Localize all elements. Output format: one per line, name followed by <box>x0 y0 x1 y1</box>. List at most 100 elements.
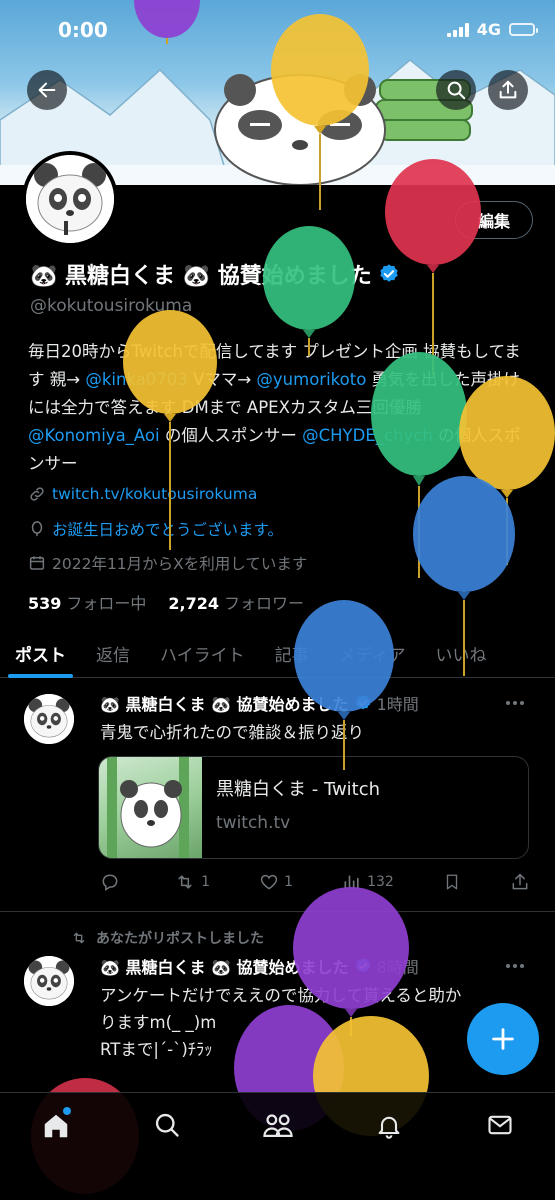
profile-avatar[interactable] <box>22 151 118 247</box>
post-author-name[interactable]: 🐼 黒糖白くま 🐼 協賛始めました <box>100 954 349 978</box>
profile-joined: 2022年11月からXを利用しています <box>28 552 307 574</box>
bio-mention-link[interactable]: @Konomiya_Aoi <box>28 426 160 445</box>
following-count: 539 <box>28 594 62 613</box>
profile-tabs: ポスト 返信 ハイライト 記事 メディア いいね <box>0 628 555 678</box>
balloon-icon <box>263 226 355 356</box>
views-icon <box>344 875 359 890</box>
link-card[interactable]: 黒糖白くま - Twitch twitch.tv <box>98 756 529 859</box>
post-avatar[interactable] <box>24 694 74 744</box>
verified-badge-icon <box>355 958 370 973</box>
repost-button[interactable]: 1 <box>174 872 210 892</box>
tab-highlights[interactable]: ハイライト <box>145 628 260 678</box>
nav-messages[interactable] <box>475 1111 525 1151</box>
back-button[interactable] <box>27 70 67 110</box>
post-text: 青鬼で心折れたので雑談＆振り返り <box>100 723 364 742</box>
home-icon <box>44 1114 67 1138</box>
website-link[interactable]: twitch.tv/kokutousirokuma <box>52 485 257 503</box>
repost-icon <box>178 875 192 889</box>
heart-icon <box>260 874 278 890</box>
bottom-navigation <box>0 1092 555 1200</box>
share-post-button[interactable] <box>510 872 530 892</box>
network-label: 4G <box>476 20 501 39</box>
post-more-button[interactable] <box>505 953 525 974</box>
bookmark-icon <box>446 874 458 890</box>
following-label: フォロー中 <box>66 594 147 613</box>
communities-icon <box>262 1114 293 1137</box>
search-icon <box>155 1113 179 1137</box>
panda-bamboo-image <box>107 757 189 858</box>
mail-icon <box>487 1115 512 1135</box>
nav-search[interactable] <box>142 1111 192 1151</box>
card-domain: twitch.tv <box>216 813 291 833</box>
balloon-icon <box>31 521 43 537</box>
post-header: 🐼 黒糖白くま 🐼 協賛始めました 1時間 <box>100 691 419 715</box>
battery-icon <box>509 23 538 36</box>
display-name: 🐼 黒糖白くま 🐼 協賛始めました <box>30 264 372 289</box>
profile-website[interactable]: twitch.tv/kokutousirokuma <box>28 485 257 503</box>
post-time[interactable]: 1時間 <box>377 691 419 715</box>
post-text-line: りますm(_ _)m <box>100 1013 217 1032</box>
reply-icon <box>102 874 118 891</box>
post-actions: 1 1 132 <box>100 872 530 892</box>
profile-bio: 毎日20時からTwitchで配信してます プレゼント企画 協賛もしてます 親→ … <box>28 338 533 478</box>
view-count: 132 <box>367 874 394 890</box>
nav-home[interactable] <box>31 1107 81 1151</box>
card-title: 黒糖白くま - Twitch <box>216 779 381 800</box>
post-text: アンケートだけでええので協力して貰えると助か りますm(_ _)m RTまで|´… <box>100 982 530 1063</box>
share-icon <box>512 873 528 890</box>
reply-button[interactable] <box>100 872 125 892</box>
bio-mention-link[interactable]: @kinka0703 <box>85 370 187 389</box>
post-header: 🐼 黒糖白くま 🐼 協賛始めました 8時間 <box>100 954 419 978</box>
more-icon <box>506 701 524 705</box>
tab-articles[interactable]: 記事 <box>260 628 324 678</box>
followers-label: フォロワー <box>224 594 305 613</box>
bio-text: Vママ→ <box>187 370 257 389</box>
compose-button[interactable] <box>467 1003 539 1075</box>
link-icon <box>30 487 44 501</box>
search-icon <box>447 81 466 100</box>
nav-notifications[interactable] <box>364 1111 414 1151</box>
panda-illustration <box>214 74 386 185</box>
nav-communities[interactable] <box>253 1111 303 1151</box>
balloon-decoration <box>262 226 356 356</box>
bio-mention-link[interactable]: @yumorikoto <box>256 370 366 389</box>
search-button[interactable] <box>436 70 476 110</box>
edit-profile-button[interactable]: 編集 <box>455 201 533 239</box>
bio-text: の個人スポンサー <box>159 426 303 445</box>
profile-handle: @kokutousirokuma <box>30 296 193 316</box>
post-avatar[interactable] <box>24 956 74 1006</box>
tab-replies[interactable]: 返信 <box>81 628 145 678</box>
verified-badge-icon <box>355 695 370 710</box>
verified-badge-icon[interactable] <box>378 263 400 285</box>
post-author-name[interactable]: 🐼 黒糖白くま 🐼 協賛始めました <box>100 691 349 715</box>
bell-icon <box>378 1116 399 1139</box>
repost-icon <box>73 932 85 944</box>
bio-mention-link[interactable]: @CHYDE_chych <box>302 426 433 445</box>
followers-count: 2,724 <box>168 594 220 613</box>
status-bar: 0:00 4G <box>0 0 555 58</box>
tab-media[interactable]: メディア <box>324 628 421 678</box>
post-text-line: アンケートだけでええので協力して貰えると助か <box>100 986 462 1005</box>
like-count: 1 <box>284 874 293 890</box>
repost-count: 1 <box>201 874 210 890</box>
like-button[interactable]: 1 <box>259 872 293 892</box>
joined-text: 2022年11月からXを利用しています <box>52 555 308 573</box>
repost-indicator: あなたがリポストしました <box>70 928 264 948</box>
tab-likes[interactable]: いいね <box>420 628 501 678</box>
arrow-left-icon <box>38 82 56 98</box>
post-time[interactable]: 8時間 <box>377 954 419 978</box>
notification-dot <box>62 1107 71 1115</box>
birthday-text: お誕生日おめでとうございます。 <box>52 521 283 539</box>
tab-posts[interactable]: ポスト <box>0 628 81 678</box>
views-button[interactable]: 132 <box>342 872 394 892</box>
followers-link[interactable]: 2,724 フォロワー <box>168 590 304 614</box>
card-body: 黒糖白くま - Twitch twitch.tv <box>202 757 394 858</box>
following-link[interactable]: 539 フォロー中 <box>28 590 146 614</box>
repost-note-text: あなたがリポストしました <box>96 931 264 947</box>
bookmark-button[interactable] <box>443 872 461 892</box>
share-button[interactable] <box>488 70 528 110</box>
plus-icon <box>492 1028 514 1050</box>
post-text-line: RTまで|´-`)ﾁﾗｯ <box>100 1040 213 1059</box>
post-more-button[interactable] <box>505 690 525 711</box>
share-icon <box>499 80 517 99</box>
